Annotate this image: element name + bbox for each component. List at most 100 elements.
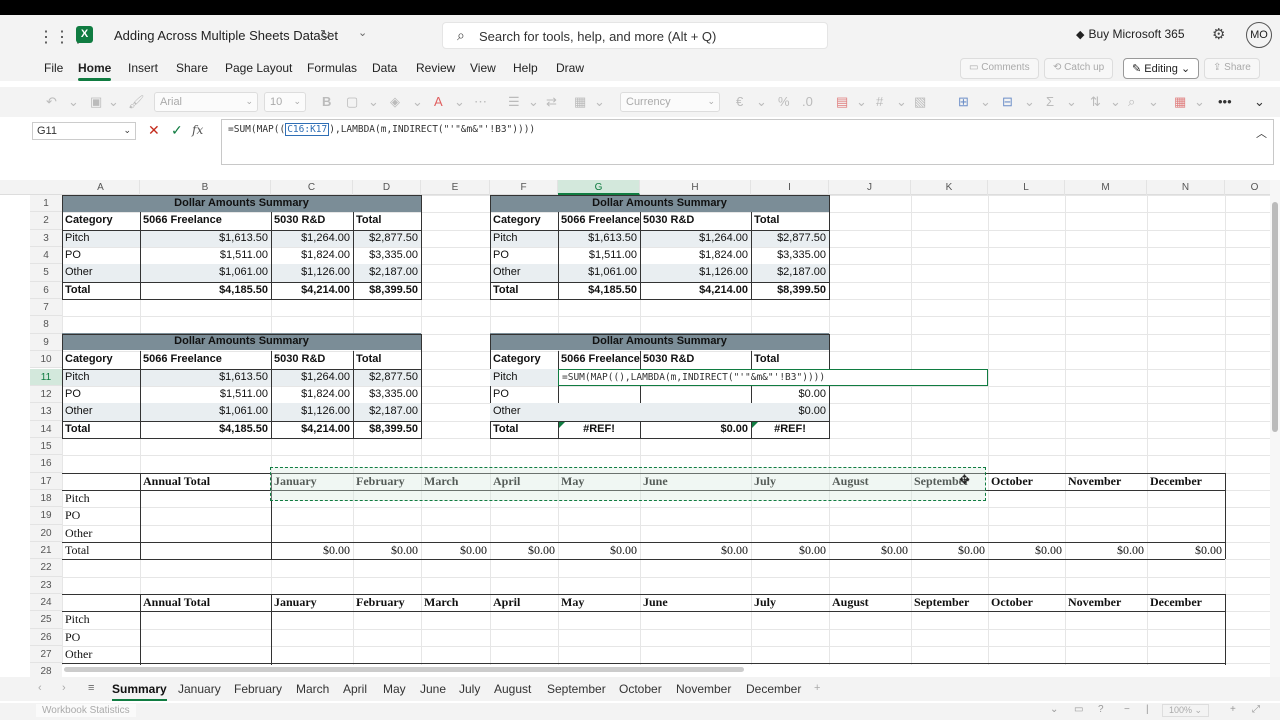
row-header[interactable]: 25 [30,611,62,629]
sheet-tab-july[interactable]: July [459,682,480,696]
menu-home[interactable]: Home [78,61,112,81]
borders-dropdown-icon[interactable]: ⌄ [368,94,379,110]
addins-dropdown-icon[interactable]: ⌄ [1194,94,1205,110]
menu-share[interactable]: Share [176,61,208,75]
menu-draw[interactable]: Draw [556,61,584,75]
total-value[interactable]: $0.00 [911,542,988,559]
workbook-statistics-button[interactable]: Workbook Statistics [36,704,136,717]
cancel-icon[interactable]: ✕ [148,122,160,139]
row-header[interactable]: 9 [30,333,62,352]
total-value[interactable]: $0.00 [988,542,1065,559]
search-input[interactable]: Search for tools, help, and more (Alt + … [479,29,716,44]
paste-icon[interactable]: ▣ [90,94,102,110]
format-painter-icon[interactable]: 🖌 [128,94,145,110]
chevron-down-icon[interactable]: ⌄ [1050,704,1058,715]
active-cell-editor[interactable]: =SUM(MAP((),LAMBDA(m,INDIRECT("'"&m&"'!B… [558,368,988,386]
column-header[interactable]: L [988,180,1065,195]
column-header[interactable]: A [62,180,140,195]
currency-icon[interactable]: € [736,94,743,109]
formula-input[interactable]: =SUM(MAP((C16:K17),LAMBDA(m,INDIRECT("'"… [221,119,1274,165]
merge-dropdown-icon[interactable]: ⌄ [594,94,605,110]
catch-up-button[interactable]: ⟲ Catch up [1044,58,1114,79]
enter-icon[interactable]: ✓ [171,122,183,139]
column-header[interactable]: M [1065,180,1147,195]
total-value[interactable]: $0.00 [829,542,911,559]
excel-logo-icon[interactable]: X [76,26,93,43]
total-value[interactable]: $0.00 [558,542,640,559]
category-label[interactable]: Pitch [62,490,140,507]
sheet-tab-september[interactable]: September [547,682,606,696]
find-dropdown-icon[interactable]: ⌄ [1148,94,1159,110]
menu-file[interactable]: File [44,61,63,75]
vertical-scrollbar[interactable] [1270,180,1280,680]
row-header[interactable]: 13 [30,403,62,421]
insert-function-icon[interactable]: fx [192,123,203,137]
delete-icon[interactable]: ⊟ [1002,94,1013,110]
error-cell[interactable]: #REF! [751,421,829,438]
column-header[interactable]: I [751,180,829,195]
sheet-tab-summary[interactable]: Summary [112,682,167,701]
fill-dropdown-icon[interactable]: ⌄ [412,94,423,110]
row-header[interactable]: 22 [30,559,62,577]
sheet-tab-may[interactable]: May [383,682,406,696]
row-header[interactable]: 11 [30,368,62,386]
zoom-out-icon[interactable]: − [1124,704,1130,715]
menu-formulas[interactable]: Formulas [307,61,357,75]
share-button[interactable]: ⇪ Share [1204,58,1260,79]
borders-icon[interactable]: ▢ [346,94,358,110]
autosum-dropdown-icon[interactable]: ⌄ [1066,94,1077,110]
column-header[interactable]: N [1147,180,1225,195]
delete-dropdown-icon[interactable]: ⌄ [1024,94,1035,110]
row-header[interactable]: 18 [30,489,62,508]
sheet-tab-october[interactable]: October [619,682,662,696]
amount-cell[interactable]: $0.00 [640,421,751,438]
category-label[interactable]: Other [490,403,558,420]
conditional-format-icon[interactable]: ▤ [836,94,848,110]
category-label[interactable]: Pitch [490,369,558,386]
menu-view[interactable]: View [470,61,496,75]
sheet-tab-june[interactable]: June [420,682,446,696]
category-label[interactable]: Total [490,421,558,438]
sort-dropdown-icon[interactable]: ⌄ [1110,94,1121,110]
sheet-tab-february[interactable]: February [234,682,282,696]
row-header[interactable]: 8 [30,316,62,334]
menu-insert[interactable]: Insert [128,61,158,75]
row-header[interactable]: 20 [30,524,62,542]
row-header[interactable]: 19 [30,507,62,525]
category-label[interactable]: Other [62,646,140,663]
category-label[interactable]: PO [62,507,140,524]
column-header[interactable]: K [911,180,988,195]
column-header[interactable]: E [421,180,490,195]
sheet-tab-december[interactable]: December [746,682,801,696]
total-value[interactable]: $0.00 [640,542,751,559]
align-icon[interactable]: ☰ [508,94,520,110]
row-header[interactable]: 4 [30,247,62,265]
document-title[interactable]: Adding Across Multiple Sheets Dataset [114,28,338,43]
tab-next-icon[interactable]: › [62,682,66,694]
more-icon[interactable]: ⋯ [474,94,487,110]
total-label[interactable]: Total [62,542,140,559]
wrap-icon[interactable]: ⇄ [546,94,557,110]
column-header[interactable]: F [490,180,558,195]
menu-help[interactable]: Help [513,61,538,75]
all-sheets-icon[interactable]: ≡ [88,682,94,694]
total-value[interactable]: $0.00 [353,542,421,559]
more-options-icon[interactable]: ••• [1218,94,1232,109]
table-dropdown-icon[interactable]: ⌄ [896,94,907,110]
sheet-tab-april[interactable]: April [343,682,367,696]
number-format-select[interactable]: Currency ⌄ [620,92,720,112]
align-dropdown-icon[interactable]: ⌄ [528,94,539,110]
row-header[interactable]: 15 [30,437,62,456]
decimal-icon[interactable]: .0 [802,94,813,109]
insert-dropdown-icon[interactable]: ⌄ [980,94,991,110]
row-header[interactable]: 5 [30,264,62,282]
column-header[interactable]: C [271,180,353,195]
total-value[interactable]: $0.00 [490,542,558,559]
column-header[interactable]: J [829,180,911,195]
autosave-icon[interactable]: ↻ [320,27,331,43]
autosum-icon[interactable]: Σ [1046,94,1054,109]
font-color-icon[interactable]: A [434,94,443,109]
zoom-level[interactable]: 100% ⌄ [1162,704,1210,717]
paste-dropdown-icon[interactable]: ⌄ [108,94,119,110]
find-icon[interactable]: ⌕ [1128,94,1135,110]
